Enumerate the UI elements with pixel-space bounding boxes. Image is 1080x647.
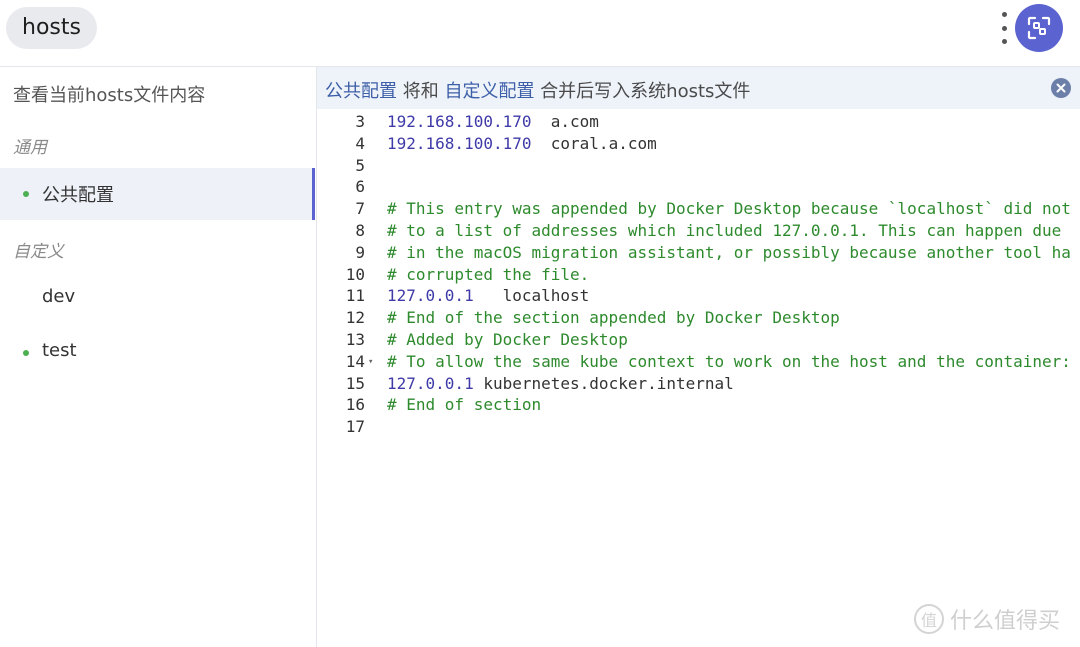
code-text: # in the macOS migration assistant, or p… [387, 242, 1071, 264]
line-number: 14 [345, 351, 365, 371]
code-line[interactable]: 7 # This entry was appended by Docker Des… [317, 198, 1080, 220]
line-number: 16 [345, 395, 365, 415]
line-number: 15 [345, 373, 365, 393]
code-text: # to a list of addresses which included … [387, 220, 1061, 242]
comment-text: # in the macOS migration assistant, or p… [387, 242, 1071, 262]
code-text: 127.0.0.1 kubernetes.docker.internal [387, 373, 734, 395]
code-line[interactable]: 6 [317, 176, 1080, 198]
sidebar-item-public-config[interactable]: 公共配置 [0, 168, 315, 220]
code-line[interactable]: 12 # End of the section appended by Docke… [317, 307, 1080, 329]
code-line[interactable]: 9 # in the macOS migration assistant, or … [317, 242, 1080, 264]
enabled-dot-icon [23, 191, 29, 197]
code-text: 192.168.100.170 coral.a.com [387, 133, 657, 155]
line-number: 17 [345, 417, 365, 437]
switch-view-button[interactable] [1015, 4, 1063, 52]
code-text: # To allow the same kube context to work… [387, 351, 1071, 373]
line-number: 6 [355, 177, 365, 197]
app-title: hosts [6, 7, 97, 49]
line-number: 3 [355, 112, 365, 131]
line-number: 7 [355, 199, 365, 219]
watermark: 值 什么值得买 [914, 603, 1060, 635]
ip-address: 192.168.100.170 [387, 112, 532, 131]
view-current-hosts-link[interactable]: 查看当前hosts文件内容 [13, 81, 205, 107]
code-line[interactable]: 5 [317, 155, 1080, 177]
code-text: 127.0.0.1 localhost [387, 285, 589, 307]
sidebar-item-test[interactable]: test [0, 327, 314, 379]
ip-address: 127.0.0.1 [387, 286, 474, 306]
code-line[interactable]: 17 [317, 416, 1080, 438]
hostname: coral.a.com [531, 133, 657, 153]
group-label-general: 通用 [13, 138, 47, 158]
code-line[interactable]: 16 # End of section [317, 394, 1080, 416]
banner-text: 公共配置 将和 自定义配置 合并后写入系统hosts文件 [325, 77, 750, 103]
comment-text: # End of the section appended by Docker … [387, 308, 840, 328]
hosts-editor[interactable]: 3 192.168.100.170 a.com 4 192.168.100.170 c… [317, 109, 1080, 647]
code-line[interactable]: 10 # corrupted the file. [317, 264, 1080, 286]
ip-address: 127.0.0.1 [387, 373, 474, 393]
hostname: a.com [531, 112, 599, 131]
close-icon[interactable] [1051, 78, 1071, 98]
comment-text: # Added by Docker Desktop [387, 330, 628, 349]
code-line[interactable]: 11 127.0.0.1 localhost [317, 285, 1080, 307]
code-text: # corrupted the file. [387, 264, 589, 286]
code-line[interactable]: 4 192.168.100.170 coral.a.com [317, 133, 1080, 155]
code-text: # Added by Docker Desktop [387, 329, 628, 351]
watermark-logo: 值 [914, 604, 944, 634]
comment-text: # End of section [387, 395, 542, 415]
ip-address: 192.168.100.170 [387, 133, 532, 153]
info-banner: 公共配置 将和 自定义配置 合并后写入系统hosts文件 [317, 67, 1080, 109]
switch-view-icon [1027, 16, 1051, 40]
line-number: 11 [345, 286, 365, 306]
banner-custom-config: 自定义配置 [444, 81, 535, 102]
code-line[interactable]: 3 192.168.100.170 a.com [317, 111, 1080, 133]
banner-text-tail: 合并后写入系统hosts文件 [534, 81, 751, 102]
line-number: 10 [345, 264, 365, 284]
line-number: 12 [345, 308, 365, 328]
comment-text: # to a list of addresses which included … [387, 221, 1062, 240]
code-line[interactable]: 14 ▾ # To allow the same kube context to w… [317, 351, 1080, 373]
banner-text-connector: 将和 [397, 81, 445, 102]
watermark-text: 什么值得买 [950, 609, 1061, 634]
code-line[interactable]: 8 # to a list of addresses which included… [317, 220, 1080, 242]
kebab-menu-icon[interactable] [999, 12, 1009, 44]
code-text: # This entry was appended by Docker Desk… [387, 198, 1071, 220]
sidebar: 查看当前hosts文件内容 通用 公共配置 自定义 dev test [0, 67, 317, 647]
hostname: kubernetes.docker.internal [473, 373, 734, 393]
fold-arrow-icon[interactable]: ▾ [368, 351, 373, 373]
code-line[interactable]: 15 127.0.0.1 kubernetes.docker.internal [317, 373, 1080, 395]
comment-text: # corrupted the file. [387, 264, 590, 284]
top-bar: hosts [0, 0, 1080, 67]
code-text: # End of section [387, 394, 541, 416]
banner-public-config: 公共配置 [325, 81, 397, 102]
line-number: 9 [355, 242, 365, 262]
code-line[interactable]: 13 # Added by Docker Desktop [317, 329, 1080, 351]
code-text: # End of the section appended by Docker … [387, 307, 840, 329]
group-label-custom: 自定义 [13, 242, 64, 262]
line-number: 4 [355, 133, 365, 153]
line-number: 8 [355, 221, 365, 240]
line-number: 5 [355, 155, 365, 175]
code-text: 192.168.100.170 a.com [387, 111, 599, 133]
sidebar-item-dev[interactable]: dev [0, 273, 314, 325]
hostname: localhost [473, 286, 590, 306]
line-number: 13 [345, 330, 365, 349]
comment-text: # This entry was appended by Docker Desk… [387, 199, 1071, 219]
sidebar-item-label: dev [42, 286, 76, 307]
sidebar-item-label: test [42, 340, 77, 361]
comment-text: # To allow the same kube context to work… [387, 351, 1071, 371]
sidebar-item-label: 公共配置 [42, 185, 114, 206]
enabled-dot-icon [23, 350, 29, 356]
